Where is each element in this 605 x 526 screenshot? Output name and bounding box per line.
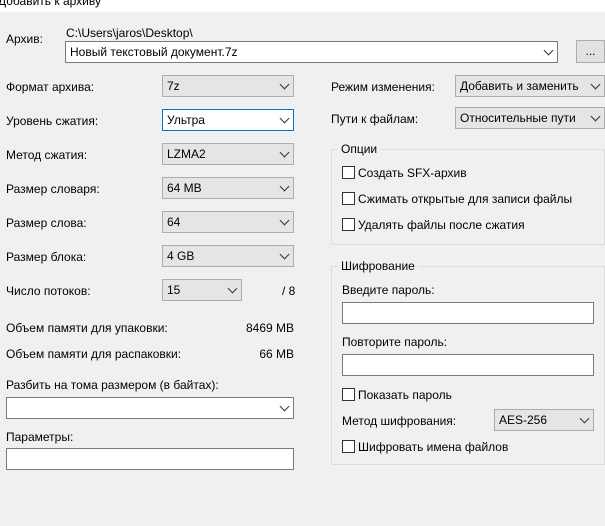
paths-label: Пути к файлам:: [331, 112, 419, 126]
block-select[interactable]: 4 GB: [162, 245, 294, 267]
mem-unpack-label: Объем памяти для распаковки:: [6, 347, 182, 361]
archive-label: Архив:: [6, 32, 43, 46]
encrypt-names-label: Шифровать имена файлов: [358, 440, 509, 454]
window-title: Добавить к архиву: [0, 0, 101, 8]
chevron-down-icon: [279, 113, 290, 124]
archive-name-combo[interactable]: Новый текстовый документ.7z: [65, 41, 558, 63]
chevron-down-icon: [279, 181, 290, 192]
encryption-title: Шифрование: [338, 259, 418, 273]
split-combo[interactable]: [6, 397, 294, 419]
paths-select[interactable]: Относительные пути: [455, 107, 605, 129]
chevron-down-icon: [279, 215, 290, 226]
update-label: Режим изменения:: [331, 80, 435, 94]
level-label: Уровень сжатия:: [6, 114, 99, 128]
enc-method-value: AES-256: [499, 413, 548, 427]
dict-label: Размер словаря:: [6, 182, 100, 196]
split-label: Разбить на тома размером (в байтах):: [6, 378, 219, 392]
sfx-label: Создать SFX-архив: [358, 166, 467, 180]
encrypt-names-checkbox[interactable]: [342, 440, 355, 453]
format-select[interactable]: 7z: [162, 75, 294, 97]
chevron-down-icon: [579, 413, 590, 424]
show-password-label: Показать пароль: [358, 388, 452, 402]
window-titlebar: Добавить к архиву: [0, 0, 605, 12]
chevron-down-icon: [227, 283, 238, 294]
level-select[interactable]: Ультра: [162, 109, 294, 131]
dict-value: 64 MB: [167, 181, 202, 195]
chevron-down-icon: [590, 79, 601, 90]
params-label: Параметры:: [6, 430, 74, 444]
threads-select[interactable]: 15: [162, 279, 242, 301]
update-value: Добавить и заменить: [460, 79, 579, 93]
archive-name-value: Новый текстовый документ.7z: [70, 45, 238, 59]
password-input[interactable]: [342, 302, 594, 324]
mem-unpack-value: 66 MB: [259, 347, 294, 361]
sfx-checkbox[interactable]: [342, 166, 355, 179]
threads-max: / 8: [282, 284, 296, 298]
chevron-down-icon: [543, 45, 554, 56]
enc-method-select[interactable]: AES-256: [494, 409, 594, 431]
show-password-checkbox[interactable]: [342, 388, 355, 401]
word-value: 64: [167, 215, 181, 229]
threads-label: Число потоков:: [6, 284, 91, 298]
threads-value: 15: [167, 283, 181, 297]
method-select[interactable]: LZMA2: [162, 143, 294, 165]
mem-pack-value: 8469 MB: [245, 321, 294, 335]
update-select[interactable]: Добавить и заменить: [455, 75, 605, 97]
delete-checkbox[interactable]: [342, 218, 355, 231]
password-label: Введите пароль:: [342, 283, 435, 297]
method-label: Метод сжатия:: [6, 148, 88, 162]
chevron-down-icon: [590, 111, 601, 122]
word-select[interactable]: 64: [162, 211, 294, 233]
options-title: Опции: [338, 142, 381, 156]
mem-pack-label: Объем памяти для упаковки:: [6, 321, 168, 335]
chevron-down-icon: [279, 249, 290, 260]
format-value: 7z: [167, 79, 180, 93]
repeat-password-input[interactable]: [342, 354, 594, 376]
dict-select[interactable]: 64 MB: [162, 177, 294, 199]
method-value: LZMA2: [167, 147, 206, 161]
params-input[interactable]: [6, 448, 294, 470]
word-label: Размер слова:: [6, 216, 87, 230]
browse-button[interactable]: ...: [576, 40, 605, 63]
paths-value: Относительные пути: [460, 111, 576, 125]
delete-label: Удалять файлы после сжатия: [358, 218, 525, 232]
enc-method-label: Метод шифрования:: [342, 414, 457, 428]
chevron-down-icon: [279, 401, 290, 412]
shared-checkbox[interactable]: [342, 192, 355, 205]
shared-label: Сжимать открытые для записи файлы: [358, 192, 573, 206]
block-label: Размер блока:: [6, 250, 87, 264]
chevron-down-icon: [279, 79, 290, 90]
chevron-down-icon: [279, 147, 290, 158]
archive-path: C:\Users\jaros\Desktop\: [66, 26, 193, 40]
level-value: Ультра: [167, 113, 205, 127]
format-label: Формат архива:: [6, 80, 95, 94]
block-value: 4 GB: [167, 249, 195, 263]
repeat-password-label: Повторите пароль:: [342, 335, 448, 349]
